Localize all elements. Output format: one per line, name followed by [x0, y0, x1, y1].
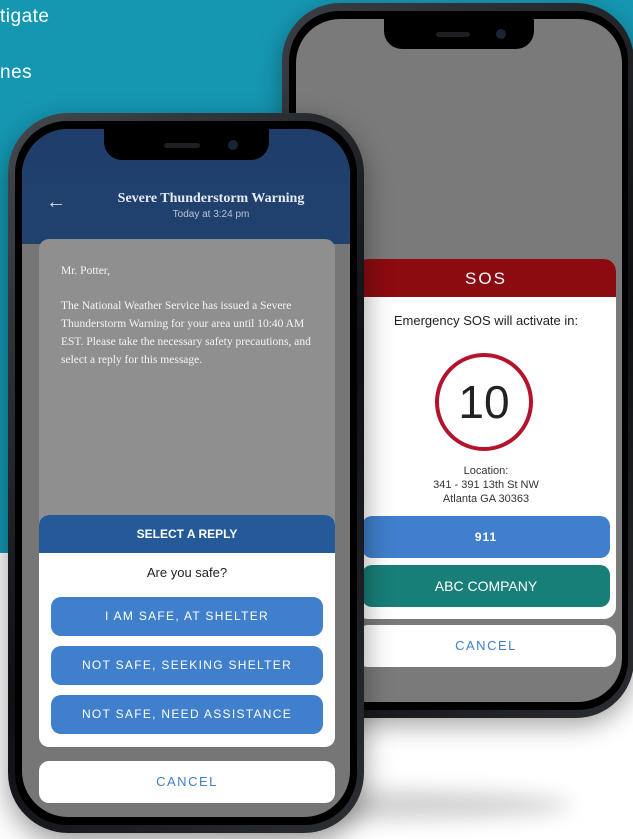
- sos-countdown-label: Emergency SOS will activate in:: [393, 313, 579, 328]
- call-911-button[interactable]: 911: [362, 516, 610, 558]
- message-card: Mr. Potter, The National Weather Service…: [39, 239, 335, 539]
- reply-question: Are you safe?: [146, 565, 228, 580]
- message-phone: ← Severe Thunderstorm Warning Today at 3…: [8, 113, 364, 833]
- message-body: The National Weather Service has issued …: [61, 300, 311, 366]
- message-timestamp: Today at 3:24 pm: [172, 209, 250, 220]
- sos-address-line-1: 341 - 391 13th St NW: [433, 479, 539, 491]
- sos-phone-notch: [384, 19, 534, 49]
- reply-safe-at-shelter-button[interactable]: I AM SAFE, AT SHELTER: [51, 597, 323, 636]
- reply-sheet: SELECT A REPLY Are you safe? I AM SAFE, …: [39, 515, 335, 747]
- front-camera-icon: [228, 140, 238, 150]
- reply-need-assistance-button[interactable]: NOT SAFE, NEED ASSISTANCE: [51, 695, 323, 734]
- message-phone-notch: [104, 129, 269, 160]
- call-company-button[interactable]: ABC COMPANY: [362, 565, 610, 607]
- message-title: Severe Thunderstorm Warning: [117, 191, 305, 206]
- message-phone-screen: ← Severe Thunderstorm Warning Today at 3…: [22, 129, 350, 817]
- speaker-grille: [164, 143, 200, 148]
- sos-address-line-2: Atlanta GA 30363: [442, 493, 530, 505]
- speaker-grille: [436, 32, 470, 37]
- sos-dialog-title: SOS: [356, 259, 616, 297]
- front-camera-icon: [496, 29, 506, 39]
- hero-text-line-1: tigate: [0, 6, 50, 27]
- reply-sheet-title: SELECT A REPLY: [39, 515, 335, 553]
- sos-dialog: SOS Emergency SOS will activate in: 10 L…: [356, 259, 616, 619]
- sos-cancel-button[interactable]: CANCEL: [356, 625, 616, 667]
- reply-cancel-button[interactable]: CANCEL: [39, 761, 335, 803]
- sos-location-label: Location:: [463, 465, 509, 477]
- reply-seeking-shelter-button[interactable]: NOT SAFE, SEEKING SHELTER: [51, 646, 323, 685]
- sos-countdown-timer: 10: [435, 353, 533, 451]
- message-salutation: Mr. Potter,: [61, 265, 111, 277]
- hero-text-line-2: nes: [0, 62, 33, 83]
